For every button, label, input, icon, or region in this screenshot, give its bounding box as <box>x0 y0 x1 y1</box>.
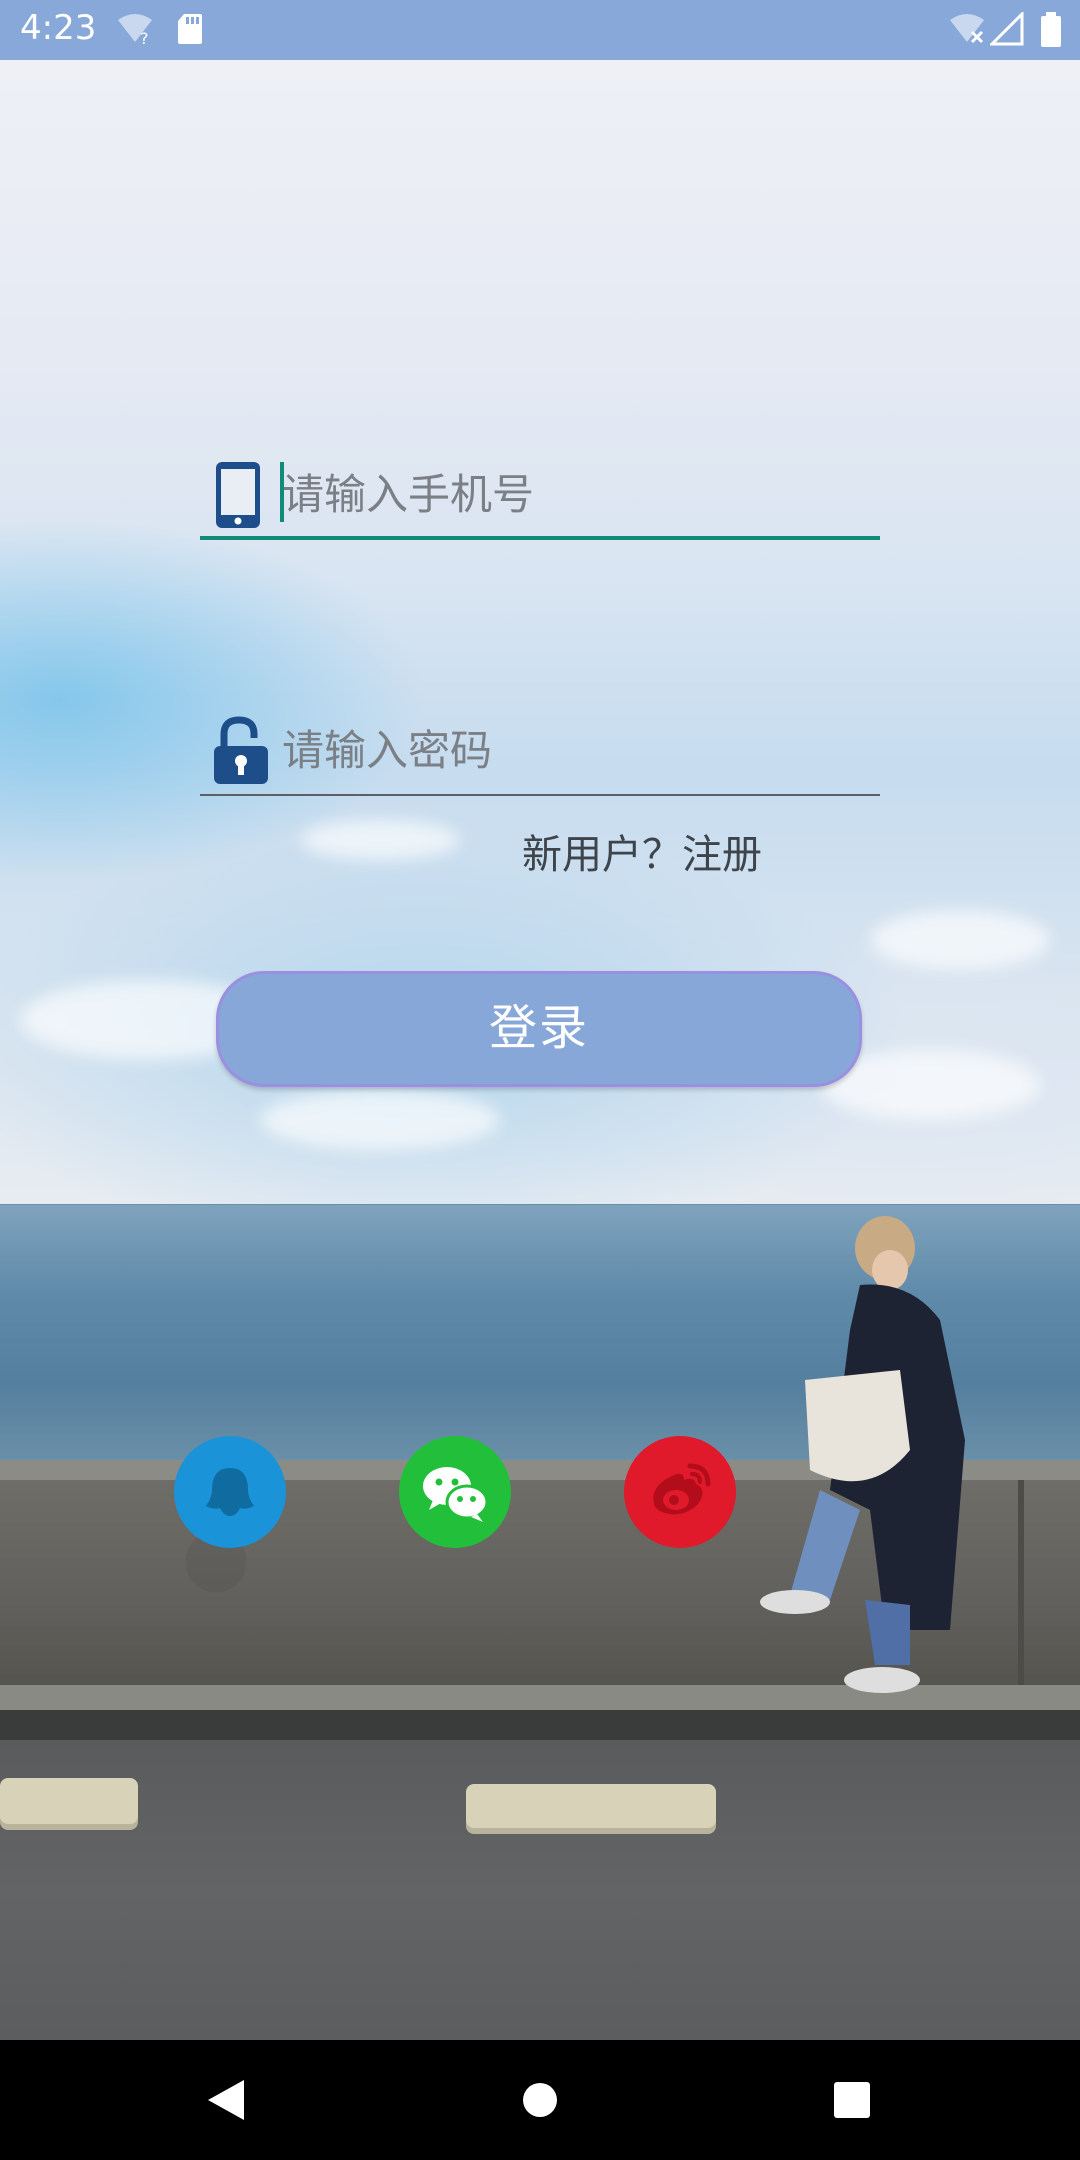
back-button[interactable] <box>146 2040 306 2160</box>
text-cursor <box>280 462 284 522</box>
cloud <box>260 1090 500 1150</box>
password-underline <box>200 794 880 796</box>
curb-edge <box>0 1710 1080 1740</box>
phone-underline <box>200 536 880 540</box>
wechat-login-button[interactable] <box>399 1436 511 1548</box>
qq-icon <box>206 1468 254 1516</box>
cloud <box>870 910 1050 970</box>
parking-stopper <box>466 1784 716 1828</box>
unlock-icon <box>214 716 268 784</box>
status-time: 4:23 <box>20 8 97 48</box>
register-link[interactable]: 新用户？注册 <box>522 822 762 880</box>
back-icon <box>208 2080 244 2120</box>
login-button[interactable]: 登录 <box>216 971 862 1087</box>
wifi-off-icon <box>950 14 984 44</box>
parking-stopper <box>0 1778 138 1824</box>
cloud <box>300 820 460 860</box>
recents-icon <box>834 2082 870 2118</box>
recents-button[interactable] <box>772 2040 932 2160</box>
home-icon <box>523 2083 557 2117</box>
qq-login-button[interactable] <box>174 1436 286 1548</box>
phone-field[interactable] <box>200 450 880 540</box>
weibo-login-button[interactable] <box>624 1436 736 1548</box>
password-field[interactable] <box>200 706 880 796</box>
phone-icon <box>216 462 260 528</box>
svg-text:?: ? <box>140 29 149 46</box>
weibo-icon <box>653 1463 711 1515</box>
wall-joint <box>1018 1480 1024 1685</box>
sd-card-icon <box>178 14 202 44</box>
phone-input[interactable] <box>282 464 862 524</box>
person-figure <box>760 1216 965 1693</box>
wifi-unknown-icon: ? <box>118 14 152 46</box>
battery-icon <box>1041 12 1061 47</box>
home-button[interactable] <box>460 2040 620 2160</box>
cell-signal-icon <box>990 12 1024 46</box>
login-screen: 4:23 ? 请输入手机号 新用户？注册 登录 <box>0 0 1080 2160</box>
wechat-icon <box>423 1467 489 1522</box>
navigation-bar <box>0 2040 1080 2160</box>
status-bar: 4:23 ? <box>0 0 1080 60</box>
password-input[interactable] <box>282 720 862 780</box>
